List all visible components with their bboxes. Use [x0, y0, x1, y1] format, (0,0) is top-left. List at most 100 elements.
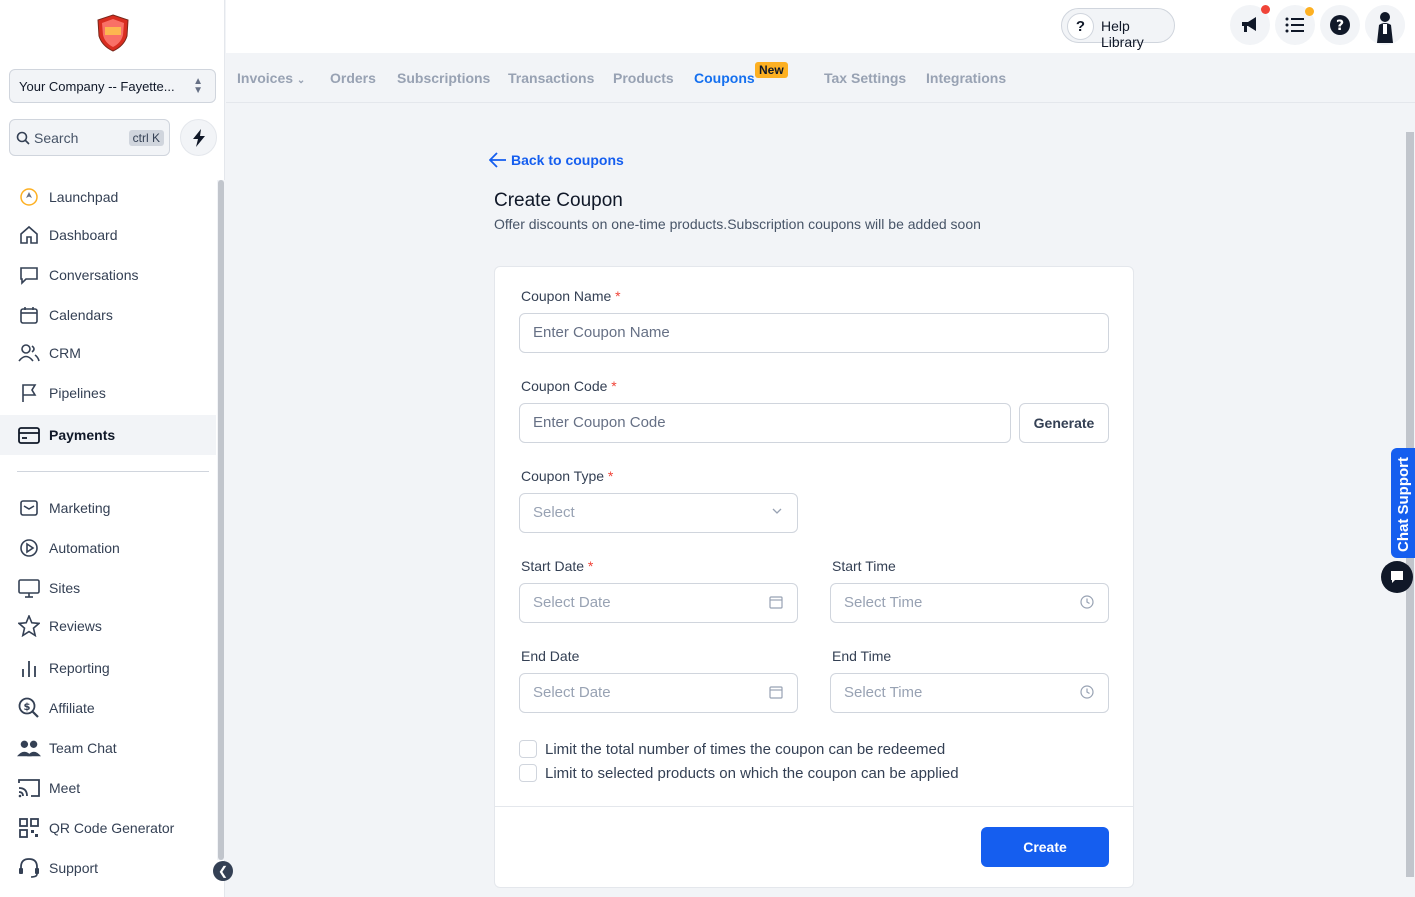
arrow-left-icon — [489, 152, 506, 168]
sidebar-item-automation[interactable]: Automation — [0, 528, 216, 568]
sidebar-item-dashboard[interactable]: Dashboard — [0, 215, 216, 255]
tab-invoices[interactable]: Invoices ⌄ — [237, 70, 305, 86]
placeholder: Enter Coupon Name — [533, 324, 670, 341]
svg-text:?: ? — [1336, 18, 1344, 34]
sidebar-item-meet[interactable]: Meet — [0, 768, 216, 808]
qr-icon — [17, 816, 41, 840]
end-time-picker[interactable]: Select Time — [830, 673, 1109, 713]
end-date-picker[interactable]: Select Date — [519, 673, 798, 713]
sidebar-item-label: Automation — [49, 540, 120, 556]
page-subtitle: Offer discounts on one-time products.Sub… — [494, 216, 981, 232]
sidebar-item-label: Affiliate — [49, 700, 95, 716]
contacts-icon — [17, 341, 41, 365]
sidebar-item-label: Pipelines — [49, 385, 106, 401]
placeholder: Select Time — [844, 684, 923, 701]
chevron-left-icon: ❮ — [217, 864, 229, 878]
tab-tax-settings[interactable]: Tax Settings — [824, 70, 906, 86]
sidebar-item-team-chat[interactable]: Team Chat — [0, 728, 216, 768]
lightning-icon — [192, 128, 205, 147]
payment-card-icon — [17, 423, 41, 447]
sidebar-item-conversations[interactable]: Conversations — [0, 255, 216, 295]
sidebar-item-qr-code-generator[interactable]: QR Code Generator — [0, 808, 216, 848]
chevron-updown-icon: ▲ ▼ — [193, 76, 203, 96]
avatar[interactable] — [1365, 5, 1405, 45]
limit-redeem-label: Limit the total number of times the coup… — [545, 741, 946, 758]
monitor-icon — [17, 576, 41, 600]
tab-products[interactable]: Products — [613, 70, 674, 86]
tab-orders[interactable]: Orders — [330, 70, 376, 86]
new-badge: New — [755, 62, 788, 78]
notification-dot — [1261, 5, 1270, 14]
coupon-code-label: Coupon Code * — [521, 378, 617, 394]
sidebar-item-calendars[interactable]: Calendars — [0, 295, 216, 335]
dollar-search-icon: $ — [17, 696, 41, 720]
sidebar-scrollbar-thumb[interactable] — [218, 180, 224, 860]
sidebar-item-reporting[interactable]: Reporting — [0, 648, 216, 688]
company-name: Your Company -- Fayette... — [19, 79, 175, 94]
tab-transactions[interactable]: Transactions — [508, 70, 594, 86]
coupon-name-input[interactable]: Enter Coupon Name — [519, 313, 1109, 353]
sidebar-item-label: Conversations — [49, 267, 139, 283]
limit-products-label: Limit to selected products on which the … — [545, 765, 959, 782]
generate-button[interactable]: Generate — [1019, 403, 1109, 443]
chat-support-label: Chat Support — [1395, 457, 1412, 552]
sidebar-item-affiliate[interactable]: $ Affiliate — [0, 688, 216, 728]
star-icon — [17, 614, 41, 638]
placeholder: Select — [533, 504, 575, 521]
coupon-type-label: Coupon Type * — [521, 468, 614, 484]
company-switcher[interactable]: Your Company -- Fayette... ▲ ▼ — [9, 69, 216, 103]
tab-subscriptions[interactable]: Subscriptions — [397, 70, 490, 86]
sidebar-item-label: Calendars — [49, 307, 113, 323]
payments-tabs: Invoices ⌄ Orders Subscriptions Transact… — [226, 53, 1415, 103]
search-icon — [16, 131, 30, 145]
help-library-label: Help Library — [1101, 18, 1144, 50]
sidebar-item-crm[interactable]: CRM — [0, 333, 216, 373]
sidebar-item-label: Dashboard — [49, 227, 118, 243]
collapse-sidebar-button[interactable]: ❮ — [213, 861, 233, 881]
quick-actions-button[interactable] — [180, 119, 217, 156]
sidebar-item-label: QR Code Generator — [49, 820, 175, 836]
limit-redeem-checkbox[interactable] — [519, 740, 537, 758]
bar-chart-icon — [17, 656, 41, 680]
chevron-down-icon — [772, 508, 782, 514]
clock-icon — [1080, 685, 1094, 699]
cast-icon — [17, 776, 41, 800]
help-circle-icon: ? — [1330, 15, 1350, 35]
sidebar-item-label: Reporting — [49, 660, 110, 676]
coupon-type-select[interactable]: Select — [519, 493, 798, 533]
sidebar-item-label: Meet — [49, 780, 81, 796]
chat-bubble-icon — [1391, 571, 1403, 583]
chat-support-tab[interactable]: Chat Support — [1391, 448, 1415, 558]
create-button[interactable]: Create — [981, 827, 1109, 867]
back-to-coupons-link[interactable]: Back to coupons — [489, 152, 624, 168]
sidebar-item-payments[interactable]: Payments — [0, 415, 216, 455]
sidebar-item-support[interactable]: Support — [0, 848, 216, 888]
home-icon — [17, 223, 41, 247]
megaphone-icon — [1242, 17, 1256, 32]
coupon-code-input[interactable]: Enter Coupon Code — [519, 403, 1011, 443]
search-input[interactable]: Search ctrl K — [9, 119, 170, 156]
sidebar-item-sites[interactable]: Sites — [0, 568, 216, 608]
start-time-picker[interactable]: Select Time — [830, 583, 1109, 623]
tab-integrations[interactable]: Integrations — [926, 70, 1006, 86]
top-bar: ? Help Library ? — [226, 0, 1415, 53]
svg-text:$: $ — [24, 702, 31, 713]
sidebar-item-label: Marketing — [49, 500, 111, 516]
end-date-label: End Date — [521, 648, 580, 664]
coupon-name-label: Coupon Name * — [521, 288, 621, 304]
sidebar-item-pipelines[interactable]: Pipelines — [0, 373, 216, 413]
chat-widget-button[interactable] — [1381, 561, 1413, 593]
placeholder: Select Date — [533, 594, 611, 611]
tab-coupons[interactable]: Coupons — [694, 70, 755, 86]
user-avatar-icon — [1365, 5, 1405, 45]
sidebar-item-launchpad[interactable]: Launchpad — [0, 177, 216, 217]
start-date-label: Start Date * — [521, 558, 594, 574]
start-date-picker[interactable]: Select Date — [519, 583, 798, 623]
sidebar-item-reviews[interactable]: Reviews — [0, 606, 216, 646]
limit-products-checkbox[interactable] — [519, 764, 537, 782]
help-button[interactable]: ? — [1320, 5, 1360, 45]
help-library-button[interactable]: ? Help Library — [1061, 8, 1175, 50]
search-placeholder: Search — [34, 130, 79, 146]
calendar-icon — [769, 686, 783, 699]
sidebar-item-marketing[interactable]: Marketing — [0, 488, 216, 528]
